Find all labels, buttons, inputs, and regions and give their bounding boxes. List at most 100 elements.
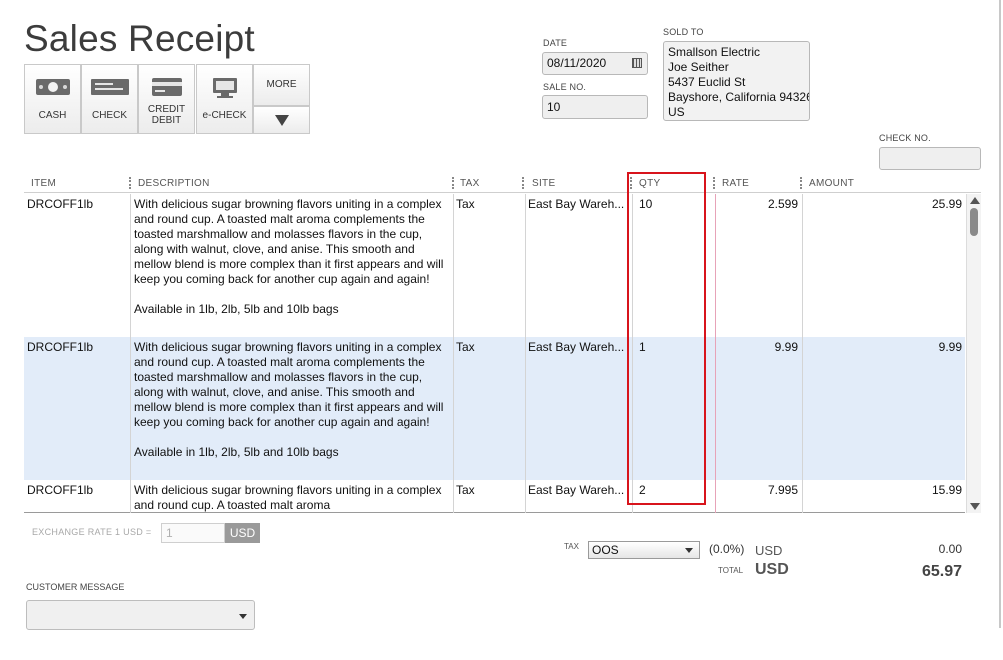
total-amount: 65.97 [921,563,962,580]
sold-to-line: Joe Seither [668,60,729,74]
tax-currency: USD [755,543,783,558]
description-cell[interactable]: With delicious sugar browning flavors un… [134,340,446,460]
description-text: With delicious sugar browning flavors un… [134,340,444,429]
site-cell[interactable]: East Bay Wareh... [528,197,626,212]
column-divider [632,194,633,513]
column-resize-handle[interactable] [129,177,131,189]
column-resize-handle[interactable] [713,177,715,189]
tax-amount: 0.00 [938,542,962,556]
chevron-down-icon [239,614,247,619]
col-description[interactable]: DESCRIPTION [138,178,210,189]
exchange-currency-badge: USD [225,523,260,543]
amount-cell[interactable]: 15.99 [804,483,962,498]
sale-no-label: SALE NO. [543,82,587,92]
description-extra: Available in 1lb, 2lb, 5lb and 10lb bags [134,445,339,459]
total-currency: USD [755,561,789,578]
e-check-button[interactable]: e-CHECK [196,64,253,134]
scroll-up-icon[interactable] [970,197,980,204]
qty-cell[interactable]: 1 [639,340,646,355]
line-items-table: DRCOFF1lb With delicious sugar browning … [24,194,965,513]
col-site[interactable]: SITE [532,178,555,189]
date-value: 08/11/2020 [547,56,607,70]
item-cell[interactable]: DRCOFF1lb [27,197,93,212]
calendar-icon[interactable] [632,58,642,68]
sold-to-line: 5437 Euclid St [668,75,746,89]
scroll-thumb[interactable] [970,208,978,236]
description-extra: Available in 1lb, 2lb, 5lb and 10lb bags [134,302,339,316]
column-divider [130,194,131,513]
amount-cell[interactable]: 9.99 [804,340,962,355]
exchange-rate-input[interactable]: 1 [161,523,225,543]
tax-cell[interactable]: Tax [456,197,475,212]
column-resize-handle[interactable] [630,177,632,189]
check-no-label: CHECK NO. [879,133,931,143]
table-row[interactable]: DRCOFF1lb With delicious sugar browning … [24,480,965,512]
description-cell[interactable]: With delicious sugar browning flavors un… [134,483,446,512]
sold-to-line: Bayshore, California 94326 [668,90,810,104]
item-cell[interactable]: DRCOFF1lb [27,340,93,355]
more-dropdown-button[interactable] [253,106,310,134]
column-divider [453,194,454,513]
cash-button[interactable]: CASH [24,64,81,134]
qty-cell[interactable]: 2 [639,483,646,498]
sale-no-field[interactable]: 10 [542,95,648,119]
table-row[interactable]: DRCOFF1lb With delicious sugar browning … [24,337,965,480]
tax-cell[interactable]: Tax [456,483,475,498]
column-divider [802,194,803,513]
col-item[interactable]: ITEM [31,178,56,189]
credit-debit-label: CREDIT DEBIT [147,104,186,126]
credit-card-icon [151,78,182,96]
rate-cell[interactable]: 2.599 [716,197,798,212]
check-button[interactable]: CHECK [81,64,138,134]
customer-message-label: CUSTOMER MESSAGE [26,582,125,592]
col-qty[interactable]: QTY [639,178,660,189]
date-field[interactable]: 08/11/2020 [542,52,648,75]
cash-icon [35,79,70,95]
description-text: With delicious sugar browning flavors un… [134,483,442,512]
description-cell[interactable]: With delicious sugar browning flavors un… [134,197,446,317]
customer-message-select[interactable] [26,600,255,630]
check-no-field[interactable] [879,147,981,170]
exchange-rate-label: EXCHANGE RATE 1 USD = [32,527,152,537]
site-cell[interactable]: East Bay Wareh... [528,483,626,498]
description-text: With delicious sugar browning flavors un… [134,197,444,286]
credit-debit-button[interactable]: CREDIT DEBIT [138,64,195,134]
column-divider [715,194,716,513]
tax-label: TAX [564,542,579,551]
col-rate[interactable]: RATE [722,178,749,189]
more-button[interactable]: MORE [253,64,310,106]
qty-cell[interactable]: 10 [639,197,652,212]
column-resize-handle[interactable] [452,177,454,189]
column-resize-handle[interactable] [800,177,802,189]
table-row[interactable]: DRCOFF1lb With delicious sugar browning … [24,194,965,337]
window-edge-divider [999,0,1001,628]
chevron-down-icon [685,548,693,553]
col-amount[interactable]: AMOUNT [809,178,854,189]
e-check-icon [212,78,237,98]
sold-to-field[interactable]: Smallson Electric Joe Seither 5437 Eucli… [663,41,810,121]
scroll-down-icon[interactable] [970,503,980,510]
col-tax[interactable]: TAX [460,178,480,189]
rate-cell[interactable]: 7.995 [716,483,798,498]
tax-percent: (0.0%) [709,542,745,556]
rate-cell[interactable]: 9.99 [716,340,798,355]
e-check-label: e-CHECK [202,110,247,121]
sold-to-label: SOLD TO [663,27,704,37]
sold-to-line: US [668,105,685,119]
amount-cell[interactable]: 25.99 [804,197,962,212]
tax-cell[interactable]: Tax [456,340,475,355]
column-resize-handle[interactable] [522,177,524,189]
table-scrollbar[interactable] [966,194,981,513]
site-cell[interactable]: East Bay Wareh... [528,340,626,355]
cash-label: CASH [38,110,67,121]
check-label: CHECK [91,110,127,121]
total-label: TOTAL [718,566,744,575]
tax-code-select[interactable]: OOS [588,541,700,559]
sold-to-line: Smallson Electric [668,45,761,59]
date-label: DATE [543,38,568,48]
table-header: ITEM DESCRIPTION TAX SITE QTY RATE AMOUN… [24,175,981,193]
column-divider [525,194,526,513]
page-title: Sales Receipt [24,18,255,59]
chevron-down-icon [275,115,289,126]
item-cell[interactable]: DRCOFF1lb [27,483,93,498]
